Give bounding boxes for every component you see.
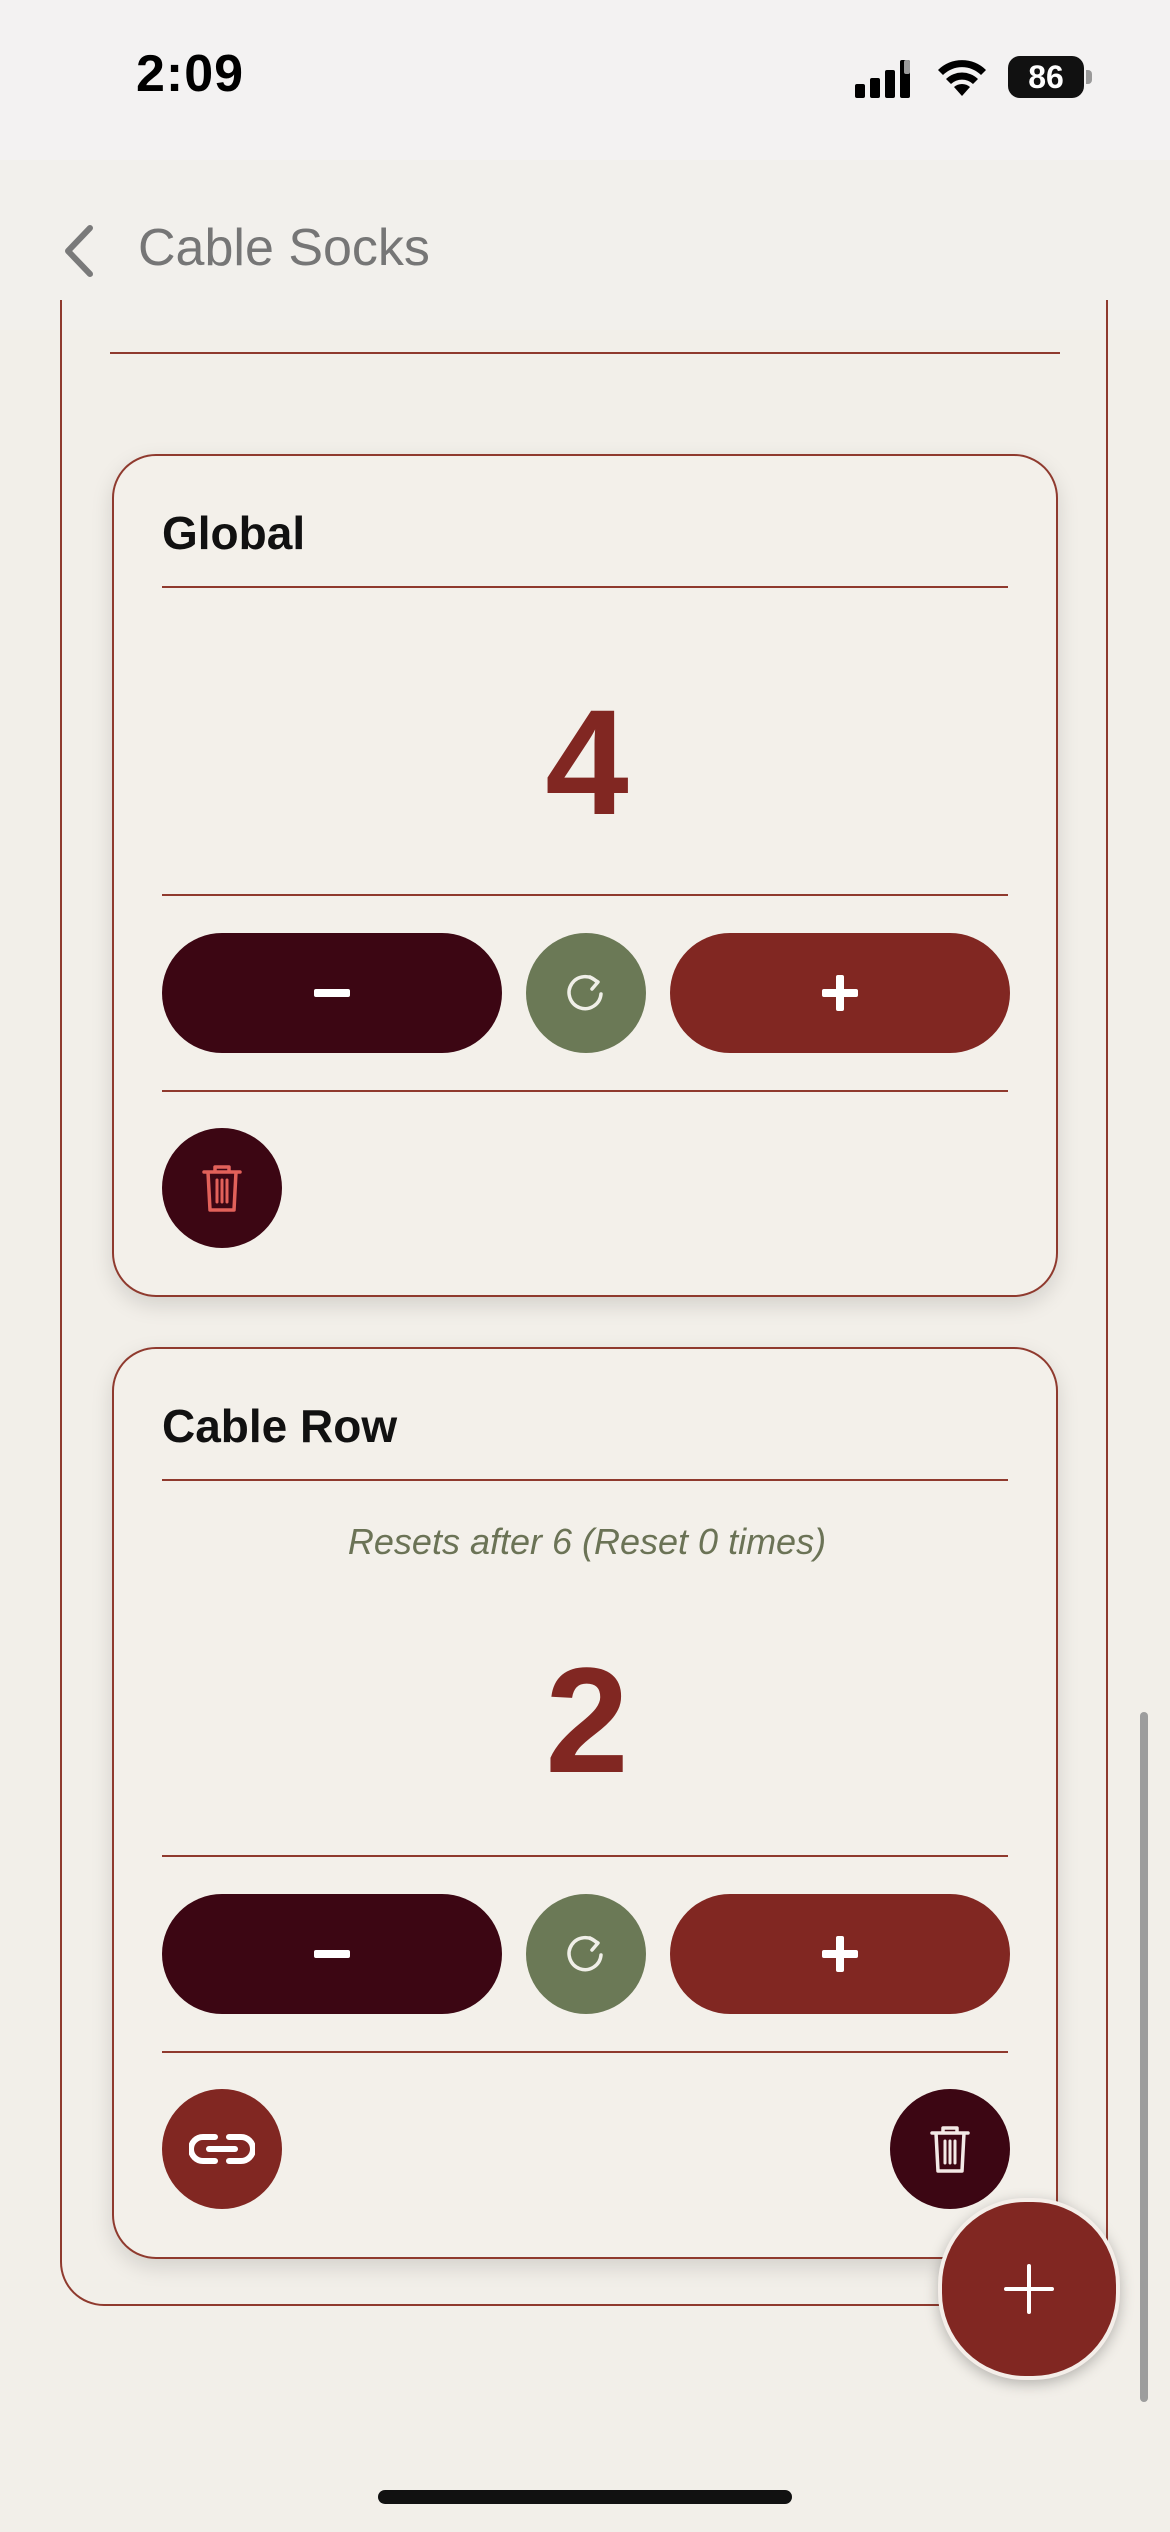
counter-title: Cable Row <box>162 1400 398 1452</box>
refresh-icon <box>567 974 603 1011</box>
count-divider <box>162 1855 1008 1857</box>
battery-tip <box>1086 70 1092 84</box>
plus-icon <box>822 975 858 1011</box>
actions-divider <box>162 1090 1008 1092</box>
title-divider <box>162 1479 1008 1481</box>
counter-title: Global <box>162 507 306 559</box>
link-button[interactable] <box>162 2089 282 2209</box>
cellular-signal-icon <box>855 60 910 98</box>
home-indicator[interactable] <box>378 2490 792 2504</box>
counter-card-global: Global 4 <box>112 454 1058 1297</box>
increment-button[interactable] <box>670 933 1010 1053</box>
battery-level: 86 <box>1008 56 1084 98</box>
link-icon <box>189 2134 255 2164</box>
increment-button[interactable] <box>670 1894 1010 2014</box>
page-title: Cable Socks <box>138 219 430 277</box>
trash-icon <box>930 2126 970 2173</box>
decrement-button[interactable] <box>162 1894 502 2014</box>
chevron-left-icon[interactable] <box>62 224 96 278</box>
scrollbar[interactable] <box>1140 1712 1148 2402</box>
delete-button[interactable] <box>890 2089 1010 2209</box>
minus-icon <box>314 989 350 997</box>
add-counter-button[interactable] <box>938 2198 1120 2380</box>
reset-button[interactable] <box>526 933 646 1053</box>
reset-info: Resets after 6 (Reset 0 times) <box>347 1521 827 1562</box>
status-bar: 2:09 86 <box>0 0 1170 160</box>
trash-icon <box>202 1165 242 1212</box>
wifi-icon <box>938 60 986 96</box>
battery-icon: 86 <box>1008 56 1092 98</box>
delete-button[interactable] <box>162 1128 282 1248</box>
plus-icon <box>822 1936 858 1972</box>
title-divider <box>162 586 1008 588</box>
decrement-button[interactable] <box>162 933 502 1053</box>
plus-icon <box>1004 2264 1054 2314</box>
counter-card-cable-row: Cable Row Resets after 6 (Reset 0 times)… <box>112 1347 1058 2259</box>
counter-value: 2 <box>545 1636 629 1804</box>
refresh-icon <box>567 1935 603 1972</box>
count-divider <box>162 894 1008 896</box>
minus-icon <box>314 1950 350 1958</box>
reset-button[interactable] <box>526 1894 646 2014</box>
container-divider <box>110 352 1060 354</box>
counter-value: 4 <box>545 678 629 846</box>
status-time: 2:09 <box>136 45 245 103</box>
actions-divider <box>162 2051 1008 2053</box>
